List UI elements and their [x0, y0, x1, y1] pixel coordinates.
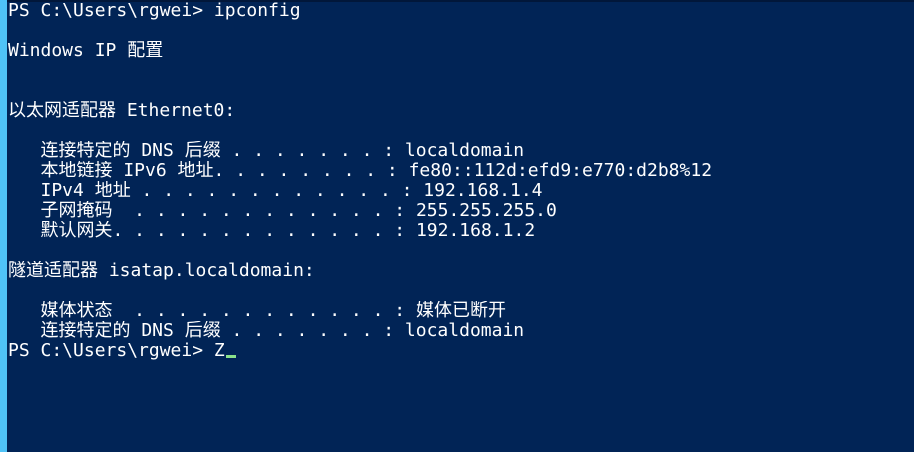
console-line: 本地链接 IPv6 地址. . . . . . . . : fe80::112d…	[8, 161, 713, 181]
powershell-console[interactable]: PS C:\Users\rgwei> ipconfig Windows IP 配…	[8, 1, 908, 451]
window-left-border	[0, 0, 7, 452]
console-line: 默认网关. . . . . . . . . . . . . : 192.168.…	[8, 221, 536, 241]
text-cursor	[225, 355, 236, 358]
prompt-text: PS C:\Users\rgwei>	[8, 341, 214, 361]
console-line: IPv4 地址 . . . . . . . . . . . . : 192.16…	[8, 181, 543, 201]
console-line: 连接特定的 DNS 后缀 . . . . . . . : localdomain	[8, 321, 525, 341]
prompt-line[interactable]: PS C:\Users\rgwei> Z	[8, 341, 908, 361]
console-line: Windows IP 配置	[8, 41, 164, 61]
console-line: 隧道适配器 isatap.localdomain:	[8, 261, 315, 281]
console-line: 连接特定的 DNS 后缀 . . . . . . . : localdomain	[8, 141, 525, 161]
console-line: 子网掩码 . . . . . . . . . . . . : 255.255.2…	[8, 201, 557, 221]
console-line: PS C:\Users\rgwei> ipconfig	[8, 1, 301, 21]
console-line: 以太网适配器 Ethernet0:	[8, 101, 236, 121]
console-line: 媒体状态 . . . . . . . . . . . . : 媒体已断开	[8, 301, 506, 321]
command-input[interactable]: Z	[214, 341, 225, 361]
